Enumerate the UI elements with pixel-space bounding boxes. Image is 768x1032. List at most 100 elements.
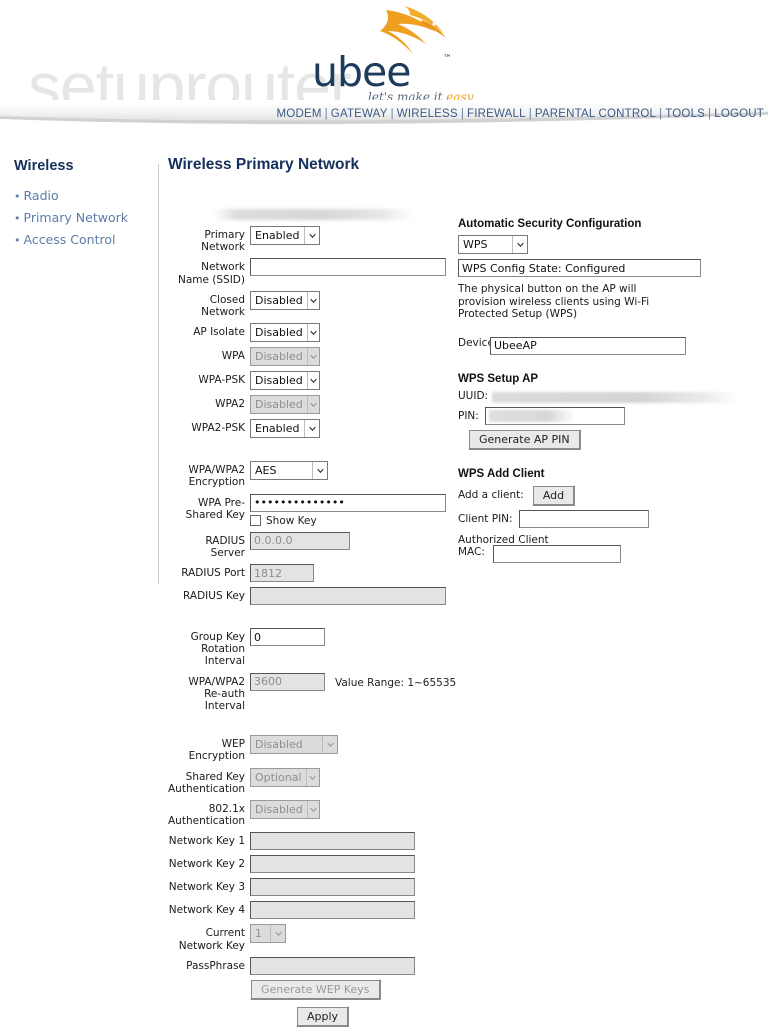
generate-ap-pin-button[interactable]: Generate AP PIN xyxy=(468,428,581,450)
ssid-input[interactable] xyxy=(250,258,446,277)
field-network-key-3: Network Key 3 xyxy=(168,878,458,897)
select-value: Optional xyxy=(255,770,302,784)
wpa2-psk-select[interactable]: Enabled xyxy=(250,419,320,439)
nav-item-parental-control[interactable]: PARENTAL CONTROL xyxy=(535,108,656,120)
nav-item-tools[interactable]: TOOLS xyxy=(665,108,705,120)
sidebar-item-label[interactable]: Primary Network xyxy=(24,210,128,225)
chevron-down-icon xyxy=(306,372,319,390)
field-label: WEP Encryption xyxy=(188,738,245,763)
sidebar-item-access-control[interactable]: • Access Control xyxy=(14,232,154,247)
field-dot1x-auth: 802.1x Authentication Disabled xyxy=(168,800,458,827)
nav-separator: | xyxy=(659,108,663,120)
form-spacer xyxy=(168,717,458,735)
network-key-3-input xyxy=(250,878,415,897)
field-label: WPA xyxy=(221,350,245,363)
nav-item-firewall[interactable]: FIREWALL xyxy=(467,108,526,120)
ap-pin-input[interactable] xyxy=(484,406,625,425)
top-navigation[interactable]: MODEM | GATEWAY | WIRELESS | FIREWALL | PARENTAL… xyxy=(0,108,768,120)
ap-isolate-select[interactable]: Disabled xyxy=(250,323,320,343)
generate-wep-keys-button[interactable]: Generate WEP Keys xyxy=(250,978,381,1000)
group-key-rotation-input[interactable] xyxy=(250,628,325,647)
closed-network-select[interactable]: Disabled xyxy=(250,290,320,310)
field-label: Network Key 1 xyxy=(168,835,245,848)
select-value: 1 xyxy=(255,927,262,941)
wpa-psk-select[interactable]: Disabled xyxy=(250,371,320,391)
select-value: Disabled xyxy=(255,738,303,752)
trademark-symbol: ™ xyxy=(443,54,452,64)
passphrase-input xyxy=(250,956,415,975)
pin-row: PIN: xyxy=(458,406,738,425)
network-key-4-input xyxy=(250,901,415,920)
sidebar-item-primary-network[interactable]: • Primary Network xyxy=(14,210,154,225)
field-group-key-rotation: Group Key Rotation Interval xyxy=(168,628,458,668)
field-label: RADIUS Key xyxy=(183,590,245,603)
nav-separator: | xyxy=(324,108,328,120)
client-pin-input[interactable] xyxy=(518,509,649,528)
select-value: Disabled xyxy=(255,398,303,412)
sidebar-item-label[interactable]: Radio xyxy=(24,188,59,203)
chevron-down-icon xyxy=(304,420,319,438)
field-wpa-psk: WPA-PSK Disabled xyxy=(168,371,458,391)
field-label: AP Isolate xyxy=(193,326,245,339)
device-name-input[interactable] xyxy=(490,336,686,355)
wireless-settings-form: Primary Network Enabled Network Name (SS… xyxy=(168,226,458,1032)
show-key-label: Show Key xyxy=(266,514,317,527)
sidebar-content-divider xyxy=(158,164,159,584)
sidebar-item-label[interactable]: Access Control xyxy=(24,232,116,247)
authorized-mac-input[interactable] xyxy=(493,544,621,563)
wpa-select: Disabled xyxy=(250,347,320,367)
client-pin-label: Client PIN: xyxy=(458,512,513,525)
nav-separator: | xyxy=(390,108,394,120)
field-wpa2: WPA2 Disabled xyxy=(168,395,458,415)
field-encryption: WPA/WPA2 Encryption AES xyxy=(168,461,458,488)
field-radius-port: RADIUS Port xyxy=(168,564,458,583)
auto-security-mode-select[interactable]: WPS xyxy=(458,235,528,254)
bullet-icon: • xyxy=(14,190,21,203)
field-closed-network: Closed Network Disabled xyxy=(168,290,458,319)
add-client-button[interactable]: Add xyxy=(531,484,576,506)
network-key-2-input xyxy=(250,855,415,874)
add-client-label: Add a client: xyxy=(458,489,524,501)
shared-key-auth-select: Optional xyxy=(250,767,320,787)
field-radius-server: RADIUS Server xyxy=(168,531,458,559)
chevron-down-icon xyxy=(512,236,527,253)
field-label: Network Name (SSID) xyxy=(177,261,245,286)
nav-separator: | xyxy=(708,108,712,120)
select-value: WPS xyxy=(463,238,488,251)
field-label: WPA2-PSK xyxy=(191,422,245,435)
chevron-down-icon xyxy=(312,462,327,480)
field-label: Shared Key Authentication xyxy=(168,770,246,795)
field-label: WPA/WPA2 Re-auth Interval xyxy=(188,675,245,713)
current-network-key-select: 1 xyxy=(250,924,286,944)
select-value: Disabled xyxy=(255,803,303,817)
sidebar-item-radio[interactable]: • Radio xyxy=(14,188,154,203)
apply-button[interactable]: Apply xyxy=(296,1005,350,1027)
field-network-key-4: Network Key 4 xyxy=(168,901,458,920)
show-key-checkbox[interactable] xyxy=(250,515,261,527)
primary-network-select[interactable]: Enabled xyxy=(250,226,320,245)
encryption-select[interactable]: AES xyxy=(250,461,328,481)
nav-item-gateway[interactable]: GATEWAY xyxy=(331,108,388,120)
chevron-down-icon xyxy=(306,396,319,414)
client-pin-row: Client PIN: xyxy=(458,509,738,528)
field-primary-network: Primary Network Enabled xyxy=(168,226,458,253)
chevron-down-icon xyxy=(322,736,337,754)
field-label: Closed Network xyxy=(201,293,245,319)
reauth-value-range-hint: Value Range: 1~65535 xyxy=(335,676,457,689)
auto-security-heading: Automatic Security Configuration xyxy=(458,218,642,230)
field-preshared-key: WPA Pre-Shared Key Show Key xyxy=(168,493,458,527)
bullet-icon: • xyxy=(14,212,21,225)
field-label: PassPhrase xyxy=(186,959,245,972)
show-key-row[interactable]: Show Key xyxy=(250,515,458,527)
field-wpa2-psk: WPA2-PSK Enabled xyxy=(168,419,458,439)
preshared-key-input[interactable] xyxy=(250,493,446,512)
page-title: Wireless Primary Network xyxy=(168,156,360,173)
wps-description: The physical button on the AP will provi… xyxy=(458,283,650,320)
chevron-down-icon xyxy=(306,348,319,366)
nav-item-wireless[interactable]: WIRELESS xyxy=(397,108,458,120)
select-value: Disabled xyxy=(255,293,303,307)
field-label: WPA-PSK xyxy=(198,374,245,387)
nav-item-modem[interactable]: MODEM xyxy=(277,108,322,120)
nav-item-logout[interactable]: LOGOUT xyxy=(714,108,764,120)
field-label: RADIUS Server xyxy=(205,534,245,559)
